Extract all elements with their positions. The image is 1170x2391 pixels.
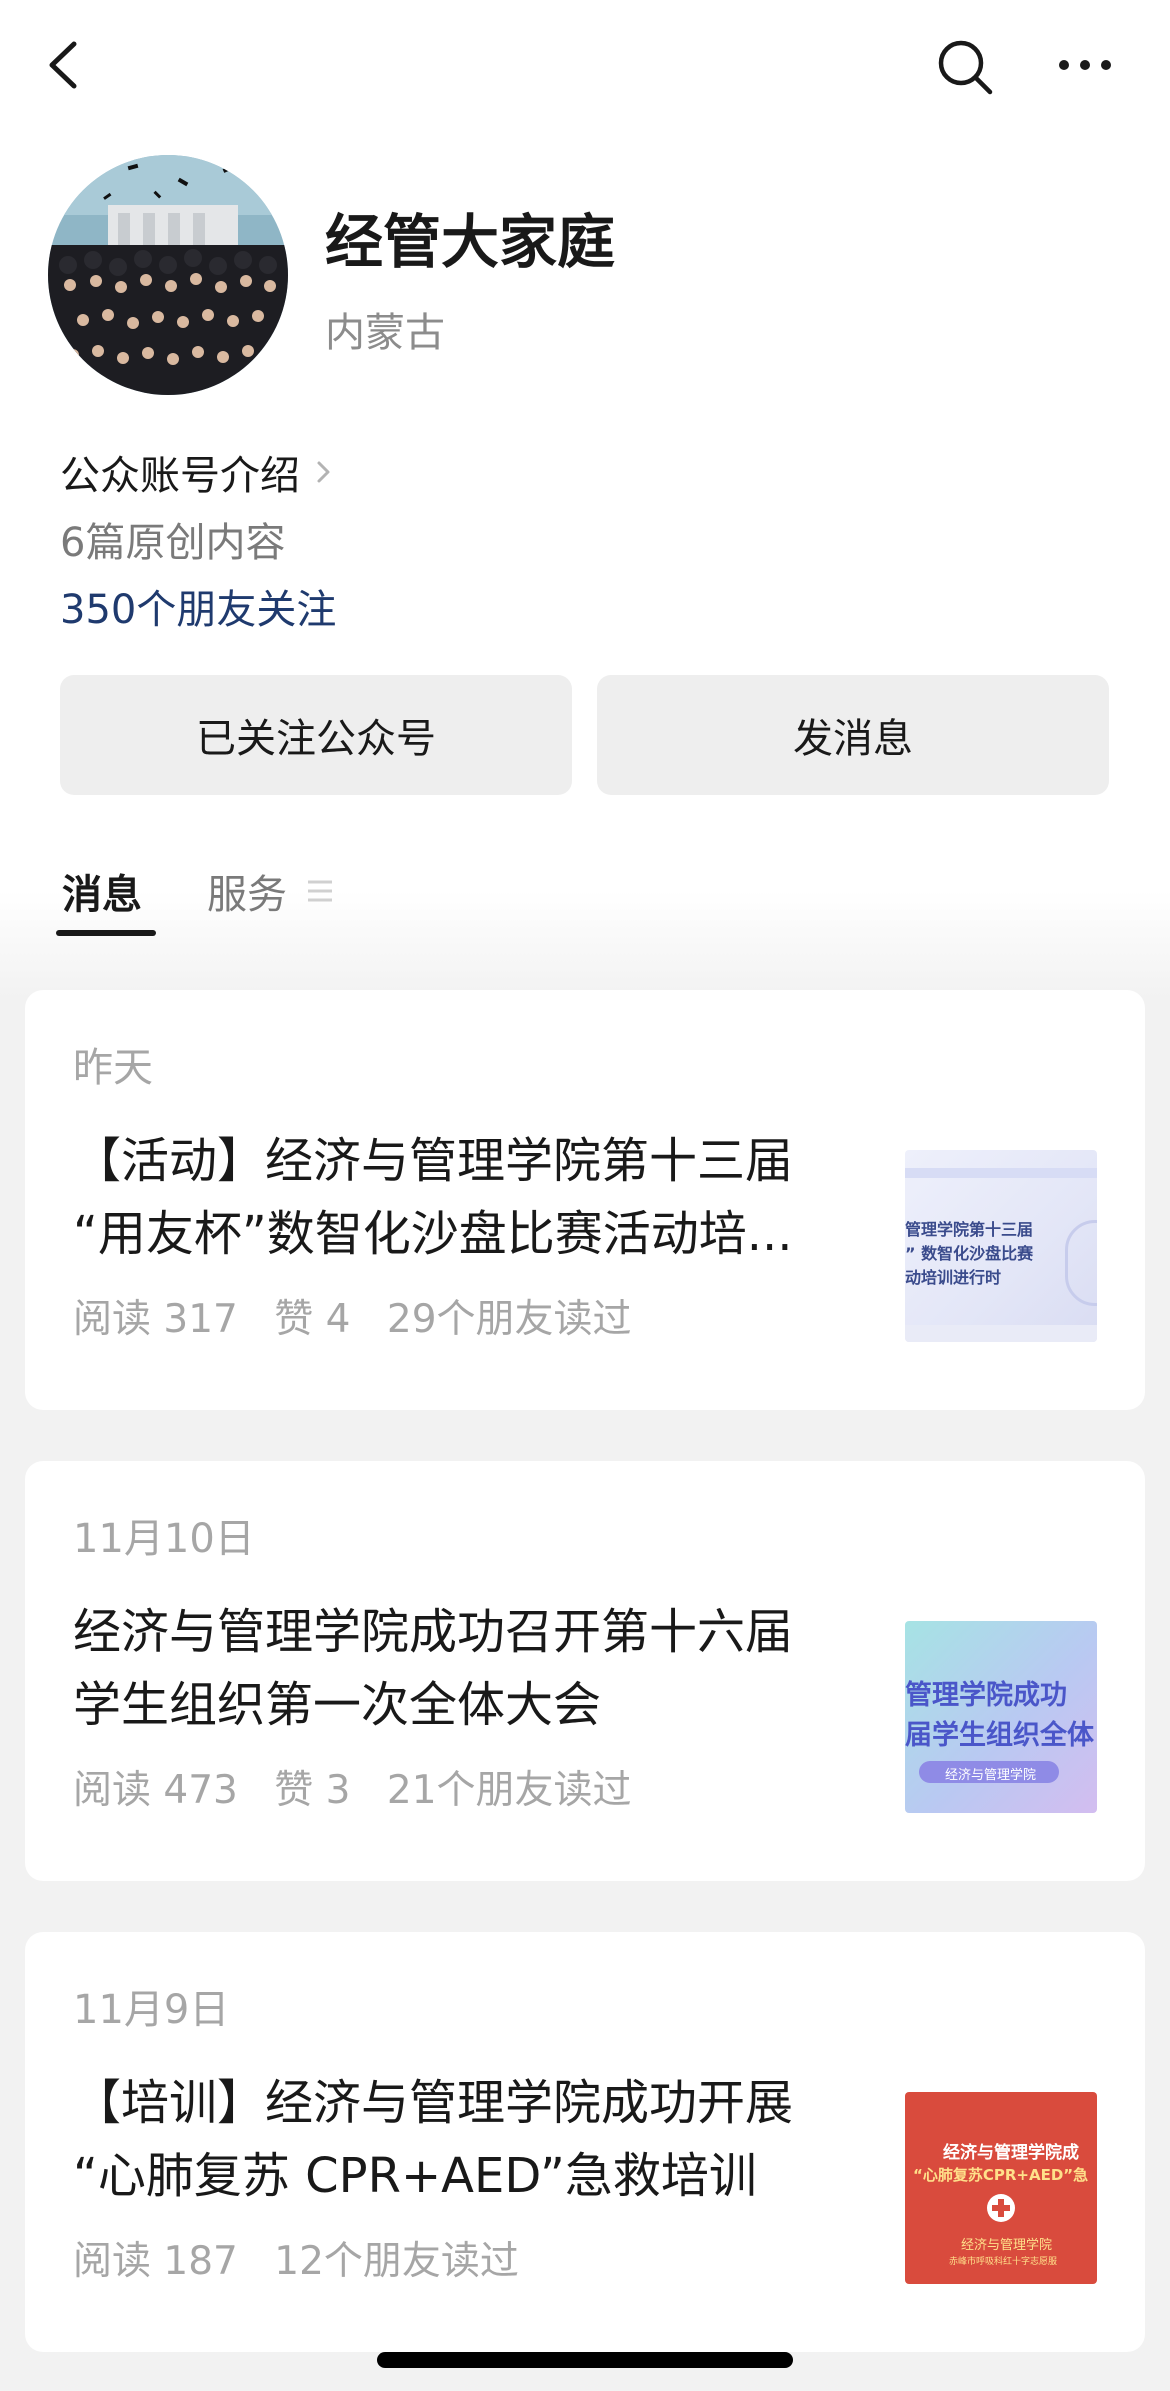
article-title-line: 学生组织第一次全体大会 [73,1677,602,1733]
read-count: 阅读 317 [73,1297,238,1342]
article-thumbnail: 管理学院成功 届学生组织全体 经济与管理学院 [905,1621,1097,1813]
like-count: 赞 3 [274,1768,351,1813]
article-stats: 阅读 187 12个朋友读过 [73,2230,543,2286]
graduation-photo-image [48,155,288,395]
chevron-right-icon [317,461,330,483]
friends-read-count: 21个朋友读过 [386,1768,632,1813]
article-thumbnail: 经济与管理学院成 “心肺复苏CPR+AED”急 经济与管理学院 赤峰市呼吸科红十… [905,2092,1097,2284]
account-intro-label: 公众账号介绍 [60,453,300,499]
search-icon [938,40,993,95]
like-count: 赞 4 [274,1297,351,1342]
thumbnail-text: 动培训进行时 [905,1268,1002,1287]
red-cross-icon [987,2194,1015,2222]
account-name: 经管大家庭 [325,208,616,276]
original-content-count: 6篇原创内容 [60,520,286,566]
article-date: 11月10日 [73,1516,255,1562]
more-button[interactable] [1050,32,1120,102]
thumbnail-text: 经济与管理学院 [945,1768,1037,1783]
article-title-line: “心肺复苏 CPR+AED”急救培训 [73,2148,757,2204]
back-button[interactable] [38,30,98,100]
tab-messages[interactable]: 消息 [62,862,142,920]
article-title-line: 经济与管理学院成功召开第十六届 [73,1604,794,1660]
article-title-line: “用友杯”数智化沙盘比赛活动培... [73,1206,793,1262]
article-thumbnail: 管理学院第十三届 ” 数智化沙盘比赛 动培训进行时 [905,1150,1097,1342]
article-title: 【活动】经济与管理学院第十三届 “用友杯”数智化沙盘比赛活动培... [73,1125,893,1271]
friends-following-link[interactable]: 350个朋友关注 [60,577,336,635]
article-date: 11月9日 [73,1987,230,2033]
thumbnail-text: 届学生组织全体 [905,1720,1094,1751]
thumbnail-text: 赤峰市呼吸科红十字志愿服 [949,2257,1058,2267]
article-date: 昨天 [73,1045,153,1091]
active-tab-indicator [56,930,156,936]
article-title: 经济与管理学院成功召开第十六届 学生组织第一次全体大会 [73,1596,893,1742]
account-avatar[interactable] [48,155,288,395]
read-count: 阅读 473 [73,1768,238,1813]
send-message-button[interactable]: 发消息 [597,675,1109,795]
friends-read-count: 29个朋友读过 [386,1297,632,1342]
friends-read-count: 12个朋友读过 [274,2239,519,2284]
tab-services[interactable]: 服务 [207,862,287,920]
thumbnail-text: ” 数智化沙盘比赛 [905,1244,1034,1263]
read-count: 阅读 187 [73,2239,238,2284]
search-button[interactable] [930,32,1000,102]
article-card[interactable]: 昨天 【活动】经济与管理学院第十三届 “用友杯”数智化沙盘比赛活动培... 阅读… [25,990,1145,1410]
article-card[interactable]: 11月10日 经济与管理学院成功召开第十六届 学生组织第一次全体大会 阅读 47… [25,1461,1145,1881]
thumbnail-text: 管理学院第十三届 [905,1220,1034,1239]
article-title: 【培训】经济与管理学院成功开展 “心肺复苏 CPR+AED”急救培训 [73,2067,893,2213]
account-intro-link[interactable]: 公众账号介绍 [60,443,334,501]
account-region: 内蒙古 [325,310,445,356]
thumbnail-text: 管理学院成功 [905,1680,1067,1711]
article-title-line: 【培训】经济与管理学院成功开展 [73,2075,794,2131]
thumbnail-text: 经济与管理学院成 [943,2143,1079,2163]
home-indicator[interactable] [377,2352,793,2368]
chevron-left-icon [49,41,77,89]
thumbnail-text: “心肺复苏CPR+AED”急 [913,2166,1089,2184]
thumbnail-text: 经济与管理学院 [961,2238,1053,2253]
menu-icon[interactable] [305,876,335,906]
article-stats: 阅读 473 赞 3 21个朋友读过 [73,1759,656,1815]
more-horizontal-icon [1059,60,1111,70]
followed-account-button[interactable]: 已关注公众号 [60,675,572,795]
article-stats: 阅读 317 赞 4 29个朋友读过 [73,1288,656,1344]
article-card[interactable]: 11月9日 【培训】经济与管理学院成功开展 “心肺复苏 CPR+AED”急救培训… [25,1932,1145,2352]
article-title-line: 【活动】经济与管理学院第十三届 [73,1133,794,1189]
